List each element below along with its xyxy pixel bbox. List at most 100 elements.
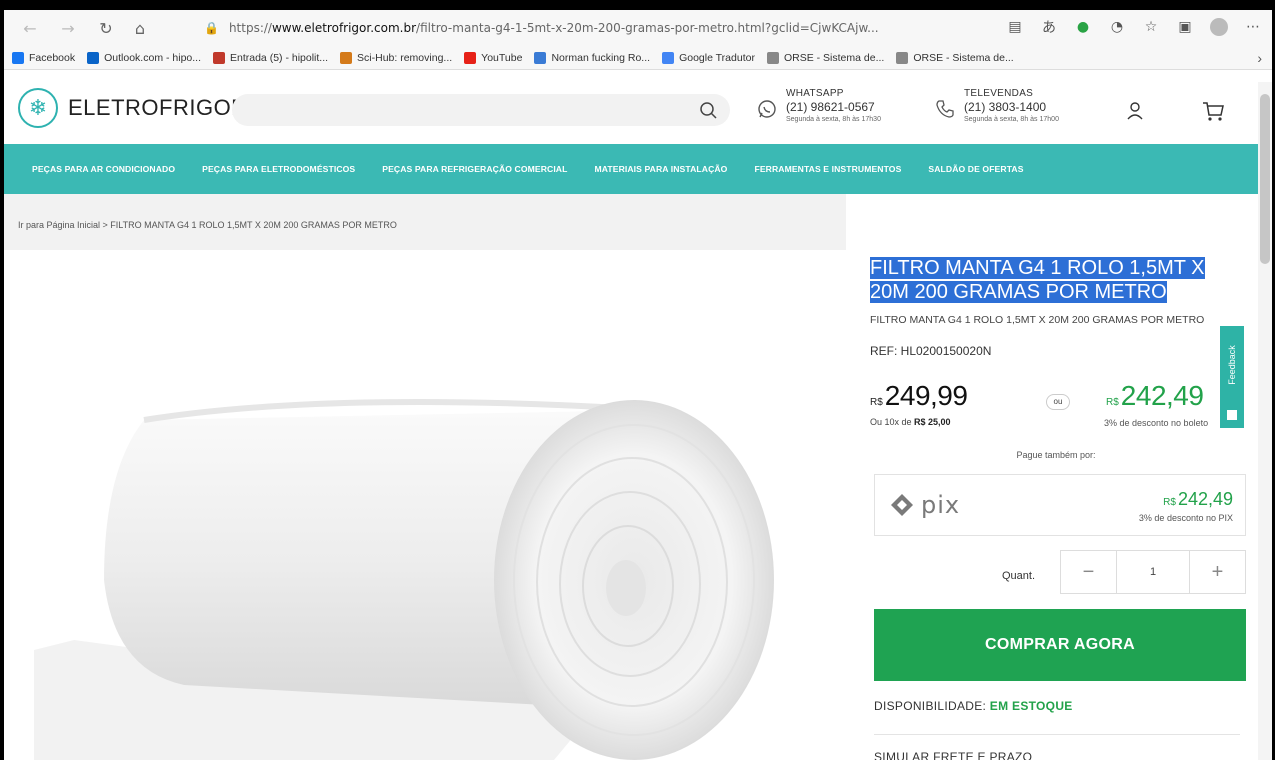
pix-note: 3% de desconto no PIX <box>1138 513 1233 523</box>
collections-icon[interactable]: ▣ <box>1174 14 1196 40</box>
product-title: FILTRO MANTA G4 1 ROLO 1,5MT X 20M 200 G… <box>870 256 1230 304</box>
currency-symbol: R$ <box>870 397 883 408</box>
lock-icon: 🔒 <box>204 21 219 35</box>
pix-option[interactable]: pix R$ 242,49 3% de desconto no PIX <box>874 474 1246 536</box>
phone-icon <box>936 100 954 118</box>
reload-icon[interactable]: ↻ <box>92 14 120 42</box>
snowflake-icon: ❄ <box>18 88 58 128</box>
product-subtitle: FILTRO MANTA G4 1 ROLO 1,5MT X 20M 200 G… <box>870 314 1205 326</box>
url-path: /filtro-manta-g4-1-5mt-x-20m-200-gramas-… <box>416 21 879 35</box>
search-icon[interactable] <box>698 100 718 120</box>
bookmark-label: Norman fucking Ro... <box>551 51 651 64</box>
category-link[interactable]: PEÇAS PARA ELETRODOMÉSTICOS <box>202 164 355 174</box>
bookmark-item[interactable]: YouTube <box>464 51 523 64</box>
bookmark-icon <box>87 51 100 64</box>
address-bar[interactable]: 🔒 https://www.eletrofrigor.com.br/filtro… <box>204 16 924 40</box>
category-link[interactable]: MATERIAIS PARA INSTALAÇÃO <box>594 164 727 174</box>
bookmarks-overflow-icon[interactable]: › <box>1257 50 1262 66</box>
whatsapp-contact[interactable]: WHATSAPP (21) 98621-0567 Segunda à sexta… <box>756 88 881 123</box>
quantity-label: Quant. <box>1002 570 1036 582</box>
product-image <box>34 399 774 760</box>
bookmark-label: Facebook <box>29 51 76 64</box>
browser-toolbar: ← → ↻ ⌂ 🔒 https://www.eletrofrigor.com.b… <box>4 10 1272 46</box>
profile-avatar-icon[interactable] <box>1208 14 1230 40</box>
reader-view-icon[interactable]: ▤ <box>1004 14 1026 40</box>
availability: DISPONIBILIDADE: EM ESTOQUE <box>874 699 1073 713</box>
back-icon[interactable]: ← <box>16 14 44 42</box>
more-menu-icon[interactable]: ⋯ <box>1242 14 1264 40</box>
bookmark-item[interactable]: Google Tradutor <box>662 51 755 64</box>
product-title-text: FILTRO MANTA G4 1 ROLO 1,5MT X 20M 200 G… <box>870 257 1205 303</box>
bookmark-label: Sci-Hub: removing... <box>357 51 453 64</box>
category-link[interactable]: SALDÃO DE OFERTAS <box>928 164 1023 174</box>
pix-price: R$ 242,49 <box>1163 489 1233 510</box>
feedback-tab[interactable]: Feedback <box>1220 326 1244 428</box>
bookmark-label: YouTube <box>481 51 523 64</box>
bookmark-icon <box>766 51 779 64</box>
bookmark-item[interactable]: Norman fucking Ro... <box>534 51 651 64</box>
breadcrumb[interactable]: Ir para Página Inicial > FILTRO MANTA G4… <box>4 194 846 250</box>
pix-logo: pix <box>889 491 960 519</box>
cart-icon[interactable] <box>1200 98 1226 124</box>
logo-text: ELETROFRIGOR <box>68 95 248 120</box>
bookmark-label: ORSE - Sistema de... <box>783 51 885 64</box>
url-prefix: https:// <box>228 21 272 35</box>
extension-icon[interactable]: ◔ <box>1106 14 1128 40</box>
bookmark-icon <box>662 51 675 64</box>
bookmark-item[interactable]: Outlook.com - hipo... <box>87 51 201 64</box>
bookmark-icon <box>12 51 24 64</box>
buy-now-button[interactable]: COMPRAR AGORA <box>874 609 1246 681</box>
product-panel: FILTRO MANTA G4 1 ROLO 1,5MT X 20M 200 G… <box>870 194 1250 760</box>
price-value: 249,99 <box>884 380 968 411</box>
bookmark-label: Entrada (5) - hipolit... <box>230 51 329 64</box>
whatsapp-icon <box>758 100 776 118</box>
translate-icon[interactable]: あ <box>1038 14 1060 40</box>
decrease-quantity-button[interactable]: − <box>1061 551 1117 593</box>
divider <box>874 734 1240 735</box>
price: R$ 249,99 <box>870 380 968 412</box>
bookmark-label: ORSE - Sistema de... <box>913 51 1014 64</box>
bookmark-icon <box>213 51 225 64</box>
bookmark-item[interactable]: Entrada (5) - hipolit... <box>213 51 329 64</box>
search-input[interactable] <box>232 94 730 126</box>
home-icon[interactable]: ⌂ <box>126 14 154 42</box>
favorites-icon[interactable]: ☆ <box>1140 14 1162 40</box>
televendas-hours: Segunda à sexta, 8h às 17h00 <box>964 116 1059 123</box>
boleto-price: R$ 242,49 <box>1106 380 1204 412</box>
quantity-input[interactable]: 1 <box>1117 551 1189 593</box>
url-host: www.eletrofrigor.com.br <box>271 21 417 35</box>
product-ref: REF: HL0200150020N <box>870 344 992 358</box>
increase-quantity-button[interactable]: + <box>1189 551 1245 593</box>
televendas-contact[interactable]: TELEVENDAS (21) 3803-1400 Segunda à sext… <box>934 88 1059 123</box>
scrollbar-thumb[interactable] <box>1260 94 1270 264</box>
pix-text: pix <box>921 491 961 519</box>
category-link[interactable]: PEÇAS PARA REFRIGERAÇÃO COMERCIAL <box>382 164 567 174</box>
bookmark-label: Google Tradutor <box>679 51 755 64</box>
bookmark-item[interactable]: Sci-Hub: removing... <box>340 51 453 64</box>
feedback-icon <box>1227 410 1237 420</box>
bookmarks-bar: Facebook Outlook.com - hipo... Entrada (5)… <box>4 46 1272 70</box>
bookmark-label: Outlook.com - hipo... <box>104 51 201 64</box>
pix-icon <box>891 494 913 516</box>
shipping-simulator[interactable]: SIMULAR FRETE E PRAZO <box>874 750 1032 760</box>
extension-circle-icon[interactable]: ● <box>1072 14 1094 40</box>
installments-value: R$ 25,00 <box>914 417 951 427</box>
page-scrollbar[interactable] <box>1258 82 1272 760</box>
site-logo[interactable]: ❄ ELETROFRIGOR <box>18 88 248 128</box>
televendas-phone: (21) 3803-1400 <box>964 100 1047 114</box>
user-icon[interactable] <box>1124 100 1146 122</box>
feedback-label: Feedback <box>1227 345 1237 385</box>
quantity-stepper: − 1 + <box>1060 550 1246 594</box>
bookmark-item[interactable]: ORSE - Sistema de... <box>896 51 1014 64</box>
installments-prefix: Ou 10x de <box>870 417 915 427</box>
availability-label: DISPONIBILIDADE: <box>874 699 990 713</box>
forward-icon[interactable]: → <box>54 14 82 42</box>
bookmark-icon <box>896 51 909 64</box>
category-link[interactable]: FERRAMENTAS E INSTRUMENTOS <box>754 164 901 174</box>
bookmark-item[interactable]: ORSE - Sistema de... <box>766 51 885 64</box>
category-link[interactable]: PEÇAS PARA AR CONDICIONADO <box>32 164 175 174</box>
bookmark-icon <box>464 51 477 64</box>
browser-window: ← → ↻ ⌂ 🔒 https://www.eletrofrigor.com.b… <box>4 10 1272 760</box>
bookmark-item[interactable]: Facebook <box>12 51 76 64</box>
pix-price-value: 242,49 <box>1177 489 1233 509</box>
